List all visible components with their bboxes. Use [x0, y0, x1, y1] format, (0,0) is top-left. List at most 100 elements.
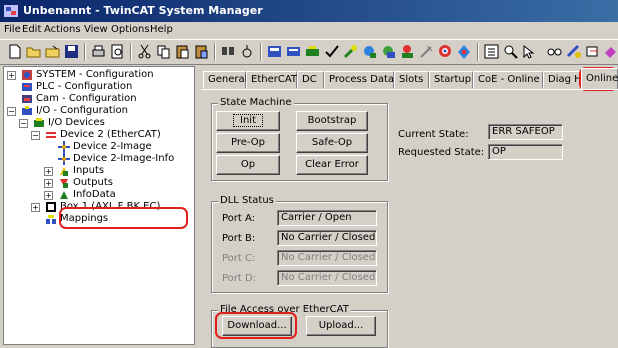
copy-icon[interactable]	[155, 43, 172, 60]
toolbar-separator	[84, 43, 86, 61]
upload-button[interactable]: Upload...	[306, 316, 376, 336]
menu-actions[interactable]: Actions	[44, 24, 81, 35]
check-configuration-icon[interactable]	[285, 43, 302, 60]
new-file-icon[interactable]	[6, 43, 23, 60]
current-state-label: Current State:	[398, 129, 469, 140]
expand-plus-icon[interactable]: +	[44, 191, 53, 200]
activate-configuration-icon[interactable]	[304, 43, 321, 60]
tab-process-data[interactable]: Process Data	[324, 71, 394, 88]
tab-coe-online[interactable]: CoE - Online	[473, 71, 543, 88]
goggles-icon[interactable]	[546, 43, 563, 60]
tree-item-image-info[interactable]: Device 2-Image-Info	[6, 153, 192, 165]
find-icon[interactable]	[220, 43, 237, 60]
config-mode-icon[interactable]	[361, 43, 378, 60]
network-icon[interactable]	[399, 43, 416, 60]
expand-plus-icon[interactable]: +	[31, 203, 40, 212]
tab-startup[interactable]: Startup	[429, 71, 473, 88]
change-link-icon[interactable]	[584, 43, 601, 60]
dll-status-title: DLL Status	[218, 195, 276, 206]
menu-help[interactable]: Help	[150, 24, 173, 35]
io-devices-icon	[34, 118, 44, 127]
show-sub-items-icon[interactable]	[483, 43, 500, 60]
restart-icon[interactable]	[342, 43, 359, 60]
menu-options[interactable]: Options	[111, 24, 150, 35]
op-button[interactable]: Op	[216, 155, 280, 175]
zoom-icon[interactable]	[502, 43, 519, 60]
menu-edit[interactable]: Edit	[22, 24, 41, 35]
clear-error-button[interactable]: Clear Error	[296, 155, 368, 175]
tree-item-box1[interactable]: + Box 1 (AXL F BK EC)	[6, 201, 192, 213]
tree-item-mappings[interactable]: Mappings	[6, 213, 192, 225]
box-device-icon	[46, 202, 56, 212]
tree-item-infodata[interactable]: + InfoData	[6, 189, 192, 201]
mappings-icon	[46, 215, 56, 224]
init-button-label: Init	[233, 114, 263, 127]
image-info-icon	[58, 153, 70, 165]
online-panel: State Machine Init Bootstrap Pre-Op Safe…	[201, 89, 618, 348]
plc-icon	[22, 83, 32, 91]
paste-icon[interactable]	[174, 43, 191, 60]
paste-with-links-icon[interactable]	[193, 43, 210, 60]
broadcast-search-icon[interactable]	[418, 43, 435, 60]
tab-dc[interactable]: DC	[297, 71, 324, 88]
tree-item-label: SYSTEM - Configuration	[36, 69, 154, 80]
tree-item-label: I/O Devices	[48, 117, 105, 128]
generate-mappings-icon[interactable]	[266, 43, 283, 60]
tab-slots[interactable]: Slots	[394, 71, 429, 88]
checkmark-icon[interactable]	[323, 43, 340, 60]
help-pointer-icon[interactable]	[521, 43, 538, 60]
link-variable-icon[interactable]	[565, 43, 582, 60]
print-preview-icon[interactable]	[109, 43, 126, 60]
tree-item-device2[interactable]: − Device 2 (EtherCAT)	[6, 129, 192, 141]
print-icon[interactable]	[90, 43, 107, 60]
download-button[interactable]: Download...	[222, 316, 292, 336]
menu-file[interactable]: File	[4, 24, 21, 35]
tree-item-plc[interactable]: PLC - Configuration	[6, 81, 192, 93]
bootstrap-button[interactable]: Bootstrap	[296, 111, 368, 131]
find-next-icon[interactable]	[239, 43, 256, 60]
io-icon	[22, 106, 32, 115]
tab-ethercat[interactable]: EtherCAT	[246, 71, 297, 88]
expand-plus-icon[interactable]: +	[7, 71, 16, 80]
collapse-minus-icon[interactable]: −	[31, 131, 40, 140]
tree-item-io-devices[interactable]: − I/O Devices	[6, 117, 192, 129]
eraser-icon[interactable]	[602, 43, 618, 60]
preop-button[interactable]: Pre-Op	[216, 133, 280, 153]
save-icon[interactable]	[63, 43, 80, 60]
current-state-field: ERR SAFEOP	[488, 124, 563, 140]
tree-item-label: Device 2 (EtherCAT)	[60, 129, 161, 140]
scan-devices-icon[interactable]	[380, 43, 397, 60]
tree-item-inputs[interactable]: + Inputs	[6, 165, 192, 177]
cut-icon[interactable]	[136, 43, 153, 60]
inputs-icon	[60, 167, 68, 176]
tree-item-outputs[interactable]: + Outputs	[6, 177, 192, 189]
state-machine-title: State Machine	[218, 97, 294, 108]
tree-item-label: Mappings	[60, 213, 109, 224]
tree-item-system[interactable]: + SYSTEM - Configuration	[6, 69, 192, 81]
tree-item-label: Box 1 (AXL F BK EC)	[60, 201, 161, 212]
safeop-button[interactable]: Safe-Op	[296, 133, 368, 153]
open-project-icon[interactable]	[44, 43, 61, 60]
expand-plus-icon[interactable]: +	[44, 167, 53, 176]
collapse-minus-icon[interactable]: −	[7, 107, 16, 116]
init-button[interactable]: Init	[216, 111, 280, 131]
target-icon[interactable]	[437, 43, 454, 60]
collapse-minus-icon[interactable]: −	[19, 119, 28, 128]
open-folder-icon[interactable]	[25, 43, 42, 60]
expand-plus-icon[interactable]: +	[44, 179, 53, 188]
tab-general[interactable]: General	[203, 71, 247, 88]
port-d-label: Port D:	[222, 273, 257, 284]
file-access-title: File Access over EtherCAT	[218, 304, 351, 315]
configuration-tree[interactable]: + SYSTEM - Configuration PLC - Configura…	[3, 66, 195, 345]
tab-online[interactable]: Online	[581, 68, 618, 89]
port-b-label: Port B:	[222, 233, 256, 244]
window-title: Unbenannt - TwinCAT System Manager	[23, 4, 263, 17]
menu-view[interactable]: View	[84, 24, 108, 35]
toolbar-separator	[130, 43, 132, 61]
choose-target-icon[interactable]	[456, 43, 473, 60]
tree-item-io[interactable]: − I/O - Configuration	[6, 105, 192, 117]
port-b-field: No Carrier / Closed	[277, 230, 377, 246]
tree-item-label: Device 2-Image	[73, 141, 152, 152]
tree-item-image[interactable]: Device 2-Image	[6, 141, 192, 153]
tree-item-cam[interactable]: Cam - Configuration	[6, 93, 192, 105]
